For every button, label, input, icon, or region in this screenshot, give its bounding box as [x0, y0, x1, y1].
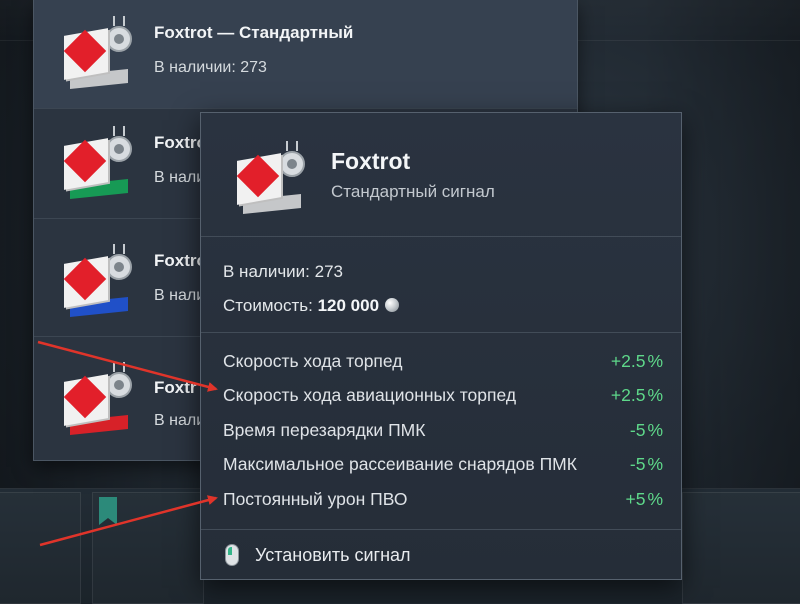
- annotation-arrows: [37, 340, 218, 547]
- annotation-arrow: [37, 340, 218, 392]
- annotation-arrow: [39, 495, 218, 547]
